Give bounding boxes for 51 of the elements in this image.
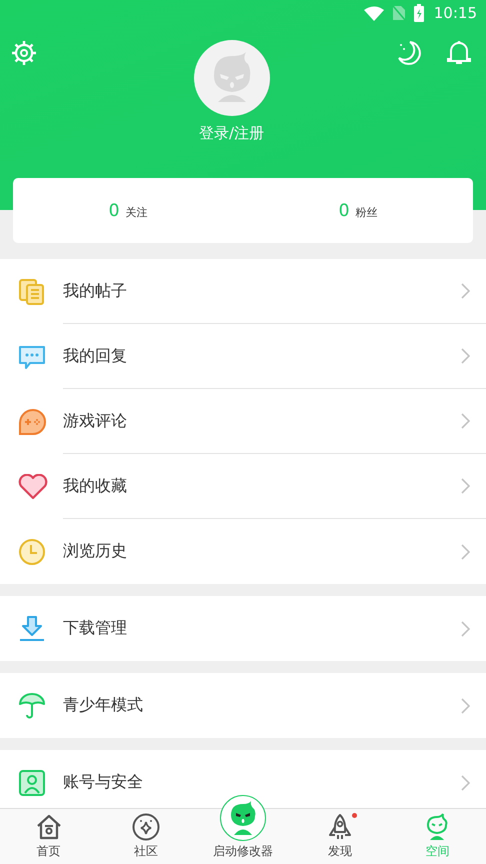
heart-icon bbox=[18, 474, 48, 500]
chevron-icon bbox=[461, 698, 470, 714]
chevron-icon bbox=[461, 413, 470, 429]
chevron-icon bbox=[461, 478, 470, 494]
stat-label[interactable]: 关注 bbox=[125, 205, 148, 220]
chevron-icon bbox=[461, 348, 470, 364]
umbrella-icon bbox=[18, 692, 46, 720]
stat-count: 0 bbox=[338, 200, 350, 220]
no-sim-icon bbox=[392, 5, 406, 21]
menu-item[interactable]: 下载管理 bbox=[0, 596, 486, 661]
chevron-icon bbox=[461, 544, 470, 560]
nav-tab[interactable]: 首页 bbox=[0, 809, 98, 864]
menu-label: 我的帖子 bbox=[63, 280, 127, 302]
moon-icon[interactable] bbox=[396, 40, 422, 66]
nav-tab[interactable]: 社区 bbox=[97, 809, 194, 864]
launch-button[interactable] bbox=[220, 795, 266, 841]
menu-label: 青少年模式 bbox=[63, 695, 143, 716]
settings-icon[interactable] bbox=[11, 40, 37, 66]
menu-label: 浏览历史 bbox=[63, 541, 127, 562]
house-icon bbox=[34, 813, 63, 841]
stat-label[interactable]: 粉丝 bbox=[355, 205, 378, 220]
menu-label: 我的回复 bbox=[63, 346, 127, 366]
stat-count: 0 bbox=[108, 200, 120, 220]
status-time: 10:15 bbox=[434, 4, 477, 22]
chevron-icon bbox=[461, 283, 470, 299]
nav-tab[interactable]: 启动修改器 bbox=[207, 843, 279, 864]
menu-label: 我的收藏 bbox=[63, 476, 127, 496]
avatar-icon[interactable] bbox=[194, 40, 270, 116]
posts-icon bbox=[18, 278, 46, 306]
menu-label: 下载管理 bbox=[63, 618, 127, 639]
menu-item[interactable]: 我的帖子 bbox=[0, 259, 486, 324]
notification-dot bbox=[352, 813, 358, 818]
gamepad-bubble-icon bbox=[18, 408, 46, 436]
nav-tab[interactable]: 发现 bbox=[292, 809, 389, 864]
bell-icon[interactable] bbox=[446, 40, 472, 66]
wifi-icon bbox=[364, 6, 384, 20]
download-icon bbox=[18, 614, 46, 642]
menu-item[interactable]: 游戏评论 bbox=[0, 389, 486, 454]
chevron-icon bbox=[461, 620, 470, 636]
menu-item[interactable]: 我的回复 bbox=[0, 324, 486, 389]
menu-item[interactable]: 浏览历史 bbox=[0, 519, 486, 584]
menu-item[interactable]: 账号与安全 bbox=[0, 750, 486, 808]
menu-item[interactable]: 青少年模式 bbox=[0, 673, 486, 738]
menu-item[interactable]: 我的收藏 bbox=[0, 454, 486, 519]
clock-icon bbox=[18, 538, 46, 566]
menu-label: 游戏评论 bbox=[63, 410, 127, 432]
person-card-icon bbox=[18, 768, 46, 796]
sparkle-icon bbox=[132, 813, 160, 841]
battery-icon bbox=[414, 4, 424, 22]
menu-label: 账号与安全 bbox=[63, 772, 143, 793]
chevron-icon bbox=[461, 774, 470, 790]
